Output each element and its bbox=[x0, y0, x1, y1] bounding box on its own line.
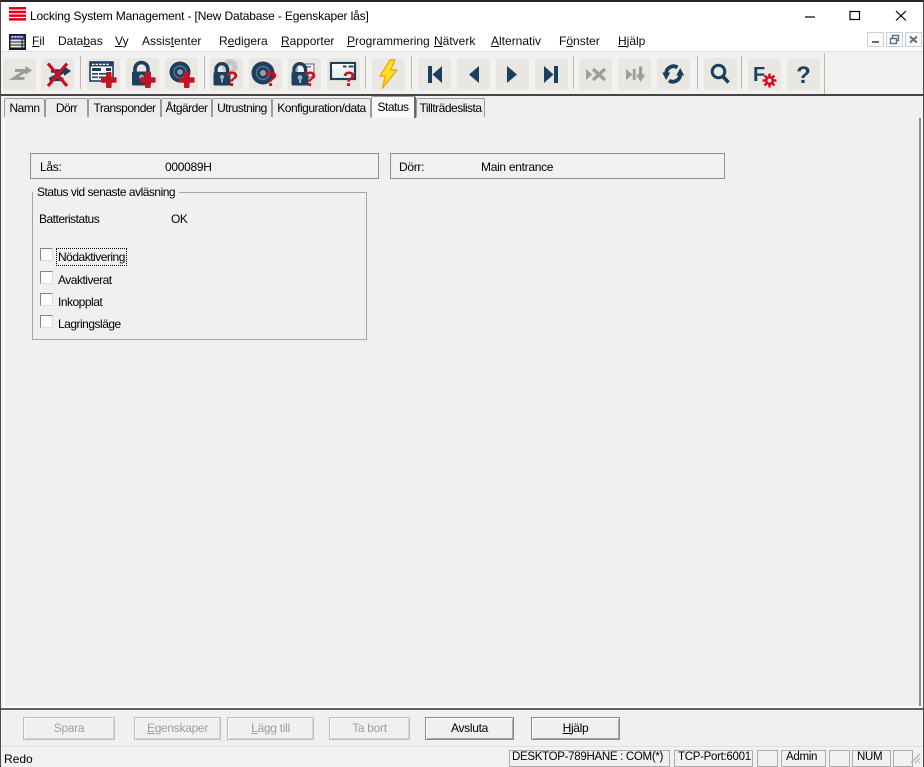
svg-text:?: ? bbox=[796, 62, 811, 89]
svg-text:?: ? bbox=[226, 68, 239, 90]
svg-text:?: ? bbox=[265, 68, 278, 90]
svg-text:F: F bbox=[753, 64, 765, 86]
svg-text:?: ? bbox=[304, 68, 317, 90]
svg-text:?: ? bbox=[343, 68, 356, 90]
